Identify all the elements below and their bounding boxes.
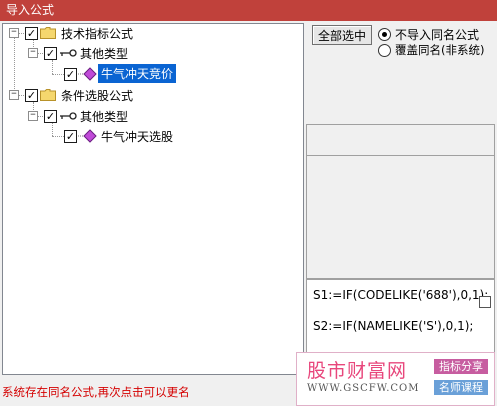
- tree-node-stock-selection-formulas[interactable]: − ✓ 条件选股公式: [3, 86, 293, 104]
- collapse-toggle[interactable]: −: [28, 111, 38, 121]
- dialog-body: − ✓ 技术指标公式 − ✓ 其他类型 ✓ 牛气冲天竞价 − ✓ 条件选股公式 …: [0, 21, 497, 406]
- watermark-logo: 股市财富网 WWW.GSCFW.COM 指标分享 名师课程: [296, 352, 495, 406]
- key-icon: [60, 112, 77, 120]
- radio-button[interactable]: [378, 44, 391, 57]
- checkbox-formula-item[interactable]: ✓: [64, 68, 77, 81]
- checkbox-other-types[interactable]: ✓: [44, 110, 57, 123]
- formula-icon: [78, 67, 97, 81]
- checkbox-stock-selection-formulas[interactable]: ✓: [25, 89, 38, 102]
- formula-tree[interactable]: − ✓ 技术指标公式 − ✓ 其他类型 ✓ 牛气冲天竞价 − ✓ 条件选股公式 …: [2, 23, 304, 375]
- collapse-toggle[interactable]: −: [28, 48, 38, 58]
- radio-label: 不导入同名公式: [395, 28, 480, 42]
- checkbox-formula-item[interactable]: ✓: [64, 130, 77, 143]
- checkbox-other-types[interactable]: ✓: [44, 47, 57, 60]
- key-icon: [60, 49, 77, 57]
- tree-label: 其他类型: [80, 47, 129, 61]
- collapse-toggle[interactable]: −: [9, 28, 19, 38]
- watermark-tag-course: 名师课程: [434, 380, 488, 395]
- tree-label: 技术指标公式: [61, 27, 134, 41]
- formula-line: S1:=IF(CODELIKE('688'),0,1);: [313, 288, 489, 302]
- formula-line: S2:=IF(NAMELIKE('S'),0,1);: [313, 319, 474, 333]
- checkbox-indicator-formulas[interactable]: ✓: [25, 27, 38, 40]
- radio-button-checked[interactable]: [378, 28, 391, 41]
- tree-node-other-types[interactable]: − ✓ 其他类型: [3, 44, 293, 62]
- tree-label: 其他类型: [80, 110, 129, 124]
- watermark-site-name: 股市财富网: [307, 360, 408, 382]
- formula-checkbox[interactable]: [479, 296, 491, 308]
- info-panel-middle: [306, 155, 495, 279]
- tree-label: 条件选股公式: [61, 89, 134, 103]
- radio-skip-same-name[interactable]: 不导入同名公式: [378, 26, 493, 42]
- formula-icon: [78, 129, 97, 143]
- tree-node-formula-item[interactable]: ✓ 牛气冲天选股: [3, 127, 293, 145]
- tree-node-indicator-formulas[interactable]: − ✓ 技术指标公式: [3, 24, 293, 42]
- tree-node-formula-item[interactable]: ✓ 牛气冲天竞价: [3, 64, 293, 83]
- collapse-toggle[interactable]: −: [9, 90, 19, 100]
- status-message: 系统存在同名公式,再次点击可以更名: [2, 385, 190, 399]
- radio-label: 覆盖同名(非系统): [395, 43, 485, 57]
- info-panel-top: [306, 124, 495, 157]
- folder-icon: [40, 27, 56, 39]
- tree-node-other-types[interactable]: − ✓ 其他类型: [3, 107, 293, 125]
- watermark-url: WWW.GSCFW.COM: [307, 383, 420, 394]
- window-title: 导入公式: [6, 3, 55, 17]
- radio-overwrite-same-name[interactable]: 覆盖同名(非系统): [378, 42, 493, 58]
- tree-label: 牛气冲天竞价: [98, 64, 177, 83]
- tree-label: 牛气冲天选股: [101, 130, 174, 144]
- watermark-tag-indicator: 指标分享: [434, 359, 488, 374]
- select-all-button[interactable]: 全部选中: [312, 25, 372, 45]
- title-bar: 导入公式: [0, 0, 497, 21]
- folder-icon: [40, 89, 56, 101]
